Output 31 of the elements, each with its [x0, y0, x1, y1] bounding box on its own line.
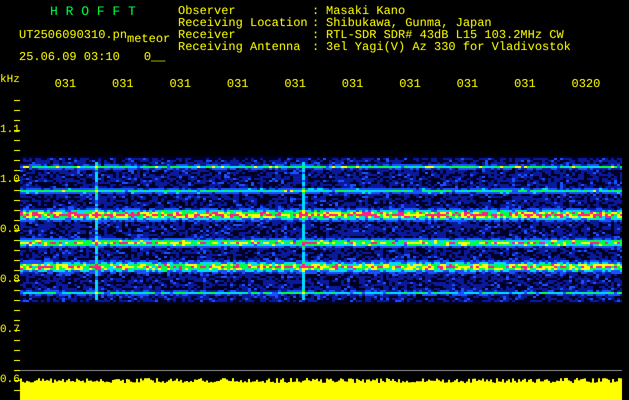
time-label: 0320 [572, 76, 602, 93]
time-label: 031 [112, 76, 135, 93]
info-label: Observer [178, 5, 236, 17]
info-label: Receiver [178, 29, 236, 41]
info-value: RTL-SDR SDR# 43dB L15 103.2MHz CW [326, 29, 564, 41]
info-value: 3el Yagi(V) Az 330 for Vladivostok [326, 41, 571, 53]
mode-label: meteor [127, 33, 170, 45]
unit-label: kHz [0, 74, 21, 88]
info-value: Shibukawa, Gunma, Japan [326, 17, 492, 29]
time-label: 031 [226, 76, 250, 93]
time-label: 031 [284, 76, 307, 93]
time-label: 031 [169, 76, 192, 93]
info-value: Masaki Kano [326, 5, 406, 17]
info-label: Receiving Location [178, 17, 309, 29]
timestamp: 25.06.09 03:10 [19, 51, 120, 63]
time-label: 031 [399, 76, 422, 93]
time-label: 031 [514, 76, 537, 93]
frequency-label: 1.1 [0, 124, 20, 136]
info-separator: : [312, 5, 320, 17]
info-separator: : [312, 17, 320, 29]
time-label: 031 [456, 76, 480, 93]
time-label: 031 [54, 76, 78, 93]
frequency-label: 0.7 [0, 324, 20, 336]
file-name: UT2506090310.pn [19, 29, 128, 41]
info-separator: : [312, 29, 320, 41]
info-separator: : [312, 41, 320, 53]
counter-label: 0__ [144, 51, 166, 63]
frequency-label: 0.9 [0, 224, 20, 236]
info-label: Receiving Antenna [178, 41, 302, 53]
time-label: 031 [342, 76, 364, 93]
app-title: H R O F F T [50, 5, 136, 19]
